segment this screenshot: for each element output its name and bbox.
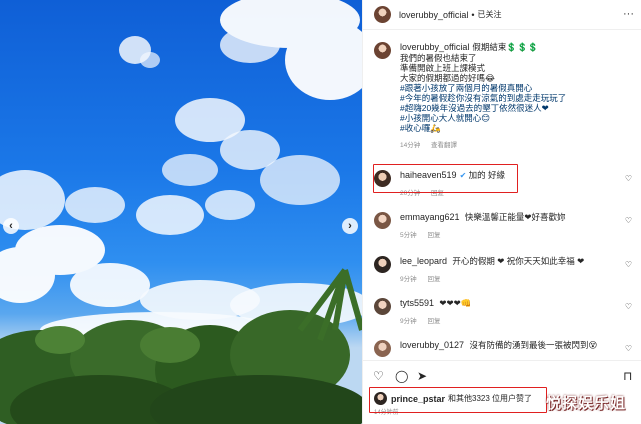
comment-item: lee_leopard 开心的假期 ❤ 祝你天天如此幸福 ❤ 9分钟 回复 ♡ — [374, 256, 636, 283]
commenter-username[interactable]: lee_leopard — [400, 256, 447, 266]
translate-link[interactable]: 查看翻譯 — [431, 142, 457, 149]
separator-dot: • — [471, 9, 475, 20]
caption-line: 大家的假期都過的好嗎😂 — [400, 73, 495, 83]
caption-text: 我們的暑假也結束了 準備開啟上班上課模式 大家的假期都過的好嗎😂 #跟著小孩放了… — [400, 53, 636, 133]
previous-image-button[interactable]: ‹ — [3, 218, 19, 234]
comment-meta: 9分钟 回复 — [400, 273, 636, 283]
hashtag-link[interactable]: #收心囉🛵 — [400, 123, 636, 133]
comment-item: emmayang621 快樂溫馨正能量❤好喜歡妳 5分钟 回复 ♡ — [374, 212, 636, 239]
post-details-panel: loverubby_official • 已关注 ··· loverubby_o… — [362, 0, 641, 424]
hashtag-link[interactable]: #跟著小孩放了兩個月的暑假真開心 — [400, 83, 636, 93]
comment-item: loverubby_0127 沒有防備的湧到最後一張被閃到😵 ♡ — [374, 340, 636, 357]
comment-time: 5分钟 — [400, 232, 417, 239]
caption-meta: 14分钟 查看翻譯 — [400, 139, 636, 149]
hashtag-link[interactable]: #超嗨20幾年沒過去的墾丁依然很迷人❤ — [400, 103, 636, 113]
like-comment-heart-icon[interactable]: ♡ — [625, 174, 632, 183]
comment-time: 9分钟 — [400, 318, 417, 325]
comment-text: 开心的假期 ❤ 祝你天天如此幸福 ❤ — [452, 256, 585, 266]
watermark-text: 悦探娱乐姐 — [546, 394, 627, 412]
commenter-avatar[interactable] — [374, 340, 391, 357]
reply-button[interactable]: 回复 — [427, 232, 440, 239]
post-photo[interactable]: ‹ › — [0, 0, 362, 424]
reply-button[interactable]: 回复 — [427, 276, 440, 283]
like-comment-heart-icon[interactable]: ♡ — [625, 260, 632, 269]
caption-avatar[interactable] — [374, 42, 391, 59]
post-action-bar: ♡ ◯ ➤ ⊓ — [363, 360, 641, 390]
bookmark-icon[interactable]: ⊓ — [623, 369, 632, 383]
caption-line: 準備開啟上班上課模式 — [400, 63, 486, 73]
follow-status[interactable]: 已关注 — [478, 9, 502, 20]
heart-icon[interactable]: ♡ — [373, 369, 384, 383]
author-username[interactable]: loverubby_official — [399, 10, 468, 20]
share-send-icon[interactable]: ➤ — [417, 369, 427, 383]
caption-time: 14分钟 — [400, 142, 421, 149]
comment-text: ❤❤❤👊 — [439, 298, 472, 308]
comment-meta: 5分钟 回复 — [400, 229, 636, 239]
commenter-avatar[interactable] — [374, 298, 391, 315]
like-comment-heart-icon[interactable]: ♡ — [625, 344, 632, 353]
commenter-username[interactable]: loverubby_0127 — [400, 340, 464, 350]
highlight-box — [373, 164, 518, 193]
author-avatar[interactable] — [374, 6, 391, 23]
post-header: loverubby_official • 已关注 ··· — [363, 0, 641, 30]
like-comment-heart-icon[interactable]: ♡ — [625, 216, 632, 225]
reply-button[interactable]: 回复 — [427, 318, 440, 325]
commenter-avatar[interactable] — [374, 212, 391, 229]
highlight-box — [369, 387, 547, 413]
comment-bubble-icon[interactable]: ◯ — [395, 369, 408, 383]
like-comment-heart-icon[interactable]: ♡ — [625, 302, 632, 311]
comment-item: tyts5591 ❤❤❤👊 9分钟 回复 ♡ — [374, 298, 636, 325]
comment-text: 快樂溫馨正能量❤好喜歡妳 — [464, 212, 566, 222]
caption-line: 假期結束💲💲💲 — [472, 42, 539, 52]
caption-username[interactable]: loverubby_official — [400, 42, 469, 52]
comment-time: 9分钟 — [400, 276, 417, 283]
commenter-username[interactable]: tyts5591 — [400, 298, 434, 308]
comment-text: 沒有防備的湧到最後一張被閃到😵 — [469, 340, 598, 350]
sky-trees-image — [0, 0, 362, 424]
comment-meta: 9分钟 回复 — [400, 315, 636, 325]
commenter-avatar[interactable] — [374, 256, 391, 273]
more-horizontal-icon[interactable]: ··· — [623, 9, 634, 20]
hashtag-link[interactable]: #小孩開心大人就開心😊 — [400, 113, 636, 123]
commenter-username[interactable]: emmayang621 — [400, 212, 460, 222]
next-image-button[interactable]: › — [342, 218, 358, 234]
post-caption: loverubby_official 假期結束💲💲💲 我們的暑假也結束了 準備開啟… — [374, 42, 636, 149]
caption-line: 我們的暑假也結束了 — [400, 53, 477, 63]
hashtag-link[interactable]: #今年的暑假趁你沒有涼氣的到處走走玩玩了 — [400, 93, 636, 103]
